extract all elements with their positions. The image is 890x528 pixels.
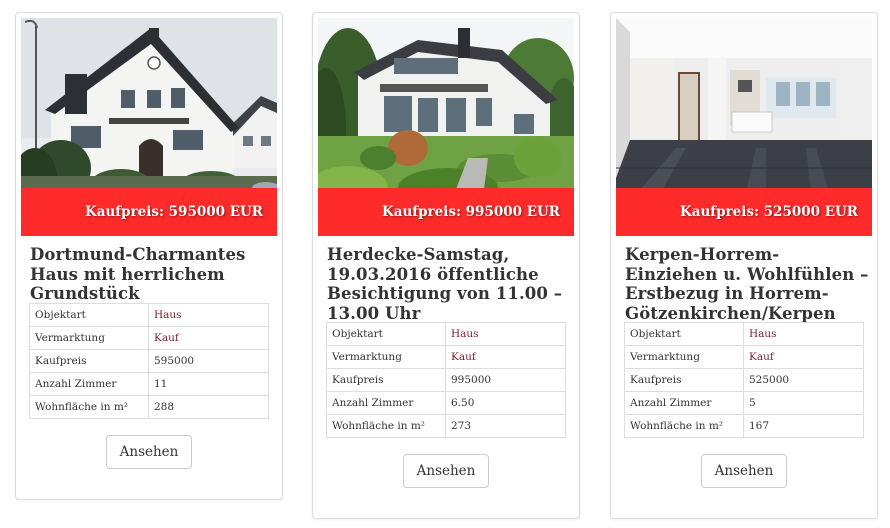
- fact-value: 595000: [148, 349, 269, 373]
- fact-label: Kaufpreis: [326, 368, 446, 392]
- view-button[interactable]: Ansehen: [403, 454, 489, 488]
- fact-value: 167: [743, 414, 864, 438]
- fact-value: 995000: [445, 368, 566, 392]
- fact-label: Kaufpreis: [624, 368, 744, 392]
- table-row: Anzahl Zimmer 11: [29, 372, 269, 396]
- table-row: Objektart Haus: [326, 322, 566, 346]
- fact-label: Vermarktung: [326, 345, 446, 369]
- fact-label: Objektart: [624, 322, 744, 346]
- listing-photo[interactable]: Kaufpreis: 595000 EUR: [21, 18, 277, 236]
- listing-photo[interactable]: Kaufpreis: 525000 EUR: [616, 18, 872, 236]
- fact-label: Objektart: [326, 322, 446, 346]
- facts-table: Objektart Haus Vermarktung Kauf Kaufprei…: [326, 322, 566, 438]
- fact-label: Kaufpreis: [29, 349, 149, 373]
- fact-label: Vermarktung: [624, 345, 744, 369]
- table-row: Vermarktung Kauf: [29, 326, 269, 350]
- view-button[interactable]: Ansehen: [701, 454, 787, 488]
- fact-value: 273: [445, 414, 566, 438]
- fact-value: 5: [743, 391, 864, 415]
- listing-title[interactable]: Kerpen-Horrem-Einziehen u. Wohlfühlen – …: [625, 245, 869, 323]
- fact-label: Wohnfläche in m²: [624, 414, 744, 438]
- table-row: Objektart Haus: [29, 303, 269, 327]
- fact-value[interactable]: Haus: [743, 322, 864, 346]
- listing-card-kerpen: Kaufpreis: 525000 EUR Kerpen-Horrem-Einz…: [610, 12, 878, 519]
- table-row: Wohnfläche in m² 167: [624, 414, 864, 438]
- listing-card-herdecke: Kaufpreis: 995000 EUR Herdecke-Samstag, …: [312, 12, 580, 519]
- fact-label: Wohnfläche in m²: [29, 395, 149, 419]
- table-row: Wohnfläche in m² 288: [29, 395, 269, 419]
- price-label: Kaufpreis: 595000 EUR: [21, 188, 277, 236]
- fact-value: 11: [148, 372, 269, 396]
- fact-label: Anzahl Zimmer: [326, 391, 446, 415]
- listing-title[interactable]: Herdecke-Samstag, 19.03.2016 öffentliche…: [327, 245, 571, 323]
- listing-title[interactable]: Dortmund-Charmantes Haus mit herrlichem …: [30, 245, 274, 304]
- price-label: Kaufpreis: 525000 EUR: [616, 188, 872, 236]
- facts-table: Objektart Haus Vermarktung Kauf Kaufprei…: [29, 303, 269, 419]
- table-row: Kaufpreis 595000: [29, 349, 269, 373]
- fact-value: 525000: [743, 368, 864, 392]
- listing-card-dortmund: Kaufpreis: 595000 EUR Dortmund-Charmante…: [15, 12, 283, 500]
- fact-value: 6.50: [445, 391, 566, 415]
- fact-label: Anzahl Zimmer: [624, 391, 744, 415]
- table-row: Anzahl Zimmer 6.50: [326, 391, 566, 415]
- view-button[interactable]: Ansehen: [106, 435, 192, 469]
- table-row: Kaufpreis 525000: [624, 368, 864, 392]
- table-row: Anzahl Zimmer 5: [624, 391, 864, 415]
- listing-photo[interactable]: Kaufpreis: 995000 EUR: [318, 18, 574, 236]
- fact-value[interactable]: Haus: [148, 303, 269, 327]
- table-row: Kaufpreis 995000: [326, 368, 566, 392]
- table-row: Wohnfläche in m² 273: [326, 414, 566, 438]
- table-row: Objektart Haus: [624, 322, 864, 346]
- fact-value[interactable]: Kauf: [743, 345, 864, 369]
- table-row: Vermarktung Kauf: [624, 345, 864, 369]
- fact-label: Vermarktung: [29, 326, 149, 350]
- facts-table: Objektart Haus Vermarktung Kauf Kaufprei…: [624, 322, 864, 438]
- fact-value[interactable]: Kauf: [445, 345, 566, 369]
- fact-label: Objektart: [29, 303, 149, 327]
- fact-value: 288: [148, 395, 269, 419]
- fact-value[interactable]: Kauf: [148, 326, 269, 350]
- fact-label: Anzahl Zimmer: [29, 372, 149, 396]
- price-label: Kaufpreis: 995000 EUR: [318, 188, 574, 236]
- fact-value[interactable]: Haus: [445, 322, 566, 346]
- fact-label: Wohnfläche in m²: [326, 414, 446, 438]
- table-row: Vermarktung Kauf: [326, 345, 566, 369]
